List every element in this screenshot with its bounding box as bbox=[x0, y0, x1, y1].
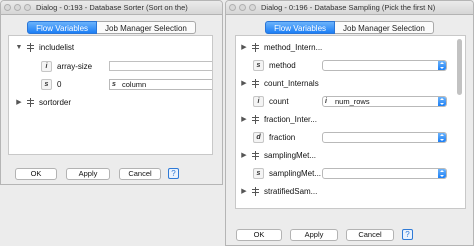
config-key-icon bbox=[251, 186, 260, 196]
variable-type-icon: s bbox=[112, 81, 116, 88]
tree-node-group[interactable]: ▶ count_Internals bbox=[236, 75, 465, 91]
chevron-right-icon[interactable]: ▶ bbox=[240, 43, 248, 51]
variable-type-icon: s bbox=[253, 167, 264, 179]
tree-node-label: method_Intern... bbox=[264, 42, 323, 52]
tree-node-label: fraction_Inter... bbox=[264, 114, 317, 124]
variable-type-icon: i bbox=[253, 95, 264, 107]
tab-job-manager-selection[interactable]: Job Manager Selection bbox=[97, 21, 196, 34]
variable-type-icon: d bbox=[253, 131, 264, 143]
help-icon[interactable]: ? bbox=[168, 168, 179, 179]
array-size-field[interactable] bbox=[109, 61, 212, 71]
variable-type-icon: s bbox=[253, 59, 264, 71]
ok-button[interactable]: OK bbox=[236, 229, 282, 241]
tree-node-label: array-size bbox=[57, 61, 93, 71]
sorter-dialog: Dialog - 0:193 - Database Sorter (Sort o… bbox=[0, 0, 223, 185]
tree-node-sortorder[interactable]: ▶ sortorder bbox=[9, 94, 212, 110]
minimize-light-icon[interactable] bbox=[14, 4, 21, 11]
tree-node-label: stratifiedSam... bbox=[264, 186, 318, 196]
zoom-light-icon[interactable] bbox=[24, 4, 31, 11]
close-light-icon[interactable] bbox=[4, 4, 11, 11]
title-bar[interactable]: Dialog - 0:193 - Database Sorter (Sort o… bbox=[1, 1, 222, 15]
config-key-icon bbox=[251, 114, 260, 124]
tab-flow-variables[interactable]: Flow Variables bbox=[27, 21, 98, 34]
variable-type-icon: i bbox=[325, 98, 327, 105]
dropdown-caret-icon bbox=[438, 97, 446, 106]
window-title: Dialog - 0:196 - Database Sampling (Pick… bbox=[261, 3, 436, 12]
dropdown-caret-icon bbox=[438, 61, 446, 70]
window-title: Dialog - 0:193 - Database Sorter (Sort o… bbox=[36, 3, 188, 12]
chevron-right-icon[interactable]: ▶ bbox=[240, 79, 248, 87]
tree-node-label: includelist bbox=[39, 42, 75, 52]
tree-node-group[interactable]: ▶ stratifiedSam... bbox=[236, 183, 465, 199]
window-controls bbox=[4, 4, 31, 11]
tab-flow-variables[interactable]: Flow Variables bbox=[265, 21, 336, 34]
config-key-icon bbox=[251, 42, 260, 52]
tree-node-label: samplingMet... bbox=[269, 168, 322, 178]
tree-node-label: method bbox=[269, 60, 296, 70]
tree-node-includelist[interactable]: ▼ includelist bbox=[9, 39, 212, 55]
index-0-value-select[interactable]: s column bbox=[109, 79, 212, 90]
config-key-icon bbox=[251, 150, 260, 160]
sampling-dialog: Dialog - 0:196 - Database Sampling (Pick… bbox=[225, 0, 474, 246]
tree-node-group[interactable]: ▶ samplingMet... bbox=[236, 147, 465, 163]
method-variable-select[interactable] bbox=[322, 60, 447, 71]
dropdown-caret-icon bbox=[438, 133, 446, 142]
fraction-variable-select[interactable] bbox=[322, 132, 447, 143]
flow-variables-tree: ▼ includelist i array-size s 0 s column … bbox=[8, 35, 213, 155]
ok-button[interactable]: OK bbox=[15, 168, 57, 180]
chevron-right-icon[interactable]: ▶ bbox=[240, 151, 248, 159]
tab-bar: Flow Variables Job Manager Selection bbox=[226, 21, 473, 34]
variable-type-icon: i bbox=[41, 60, 52, 72]
tree-node-label: sortorder bbox=[39, 97, 72, 107]
count-variable-select[interactable]: i num_rows bbox=[322, 96, 447, 107]
select-value: num_rows bbox=[335, 97, 370, 106]
tree-node-label: samplingMet... bbox=[264, 150, 317, 160]
tab-job-manager-selection[interactable]: Job Manager Selection bbox=[335, 21, 434, 34]
tree-node-group[interactable]: ▶ method_Intern... bbox=[236, 39, 465, 55]
title-bar[interactable]: Dialog - 0:196 - Database Sampling (Pick… bbox=[226, 1, 473, 15]
dropdown-caret-icon bbox=[438, 169, 446, 178]
chevron-down-icon[interactable]: ▼ bbox=[15, 44, 23, 51]
select-value: column bbox=[122, 80, 147, 89]
apply-button[interactable]: Apply bbox=[66, 168, 110, 180]
variable-type-icon: s bbox=[41, 78, 52, 90]
close-light-icon[interactable] bbox=[229, 4, 236, 11]
chevron-right-icon[interactable]: ▶ bbox=[240, 187, 248, 195]
tree-node-group[interactable]: ▶ fraction_Inter... bbox=[236, 111, 465, 127]
zoom-light-icon[interactable] bbox=[249, 4, 256, 11]
chevron-right-icon[interactable]: ▶ bbox=[15, 98, 23, 106]
cancel-button[interactable]: Cancel bbox=[346, 229, 394, 241]
config-key-icon bbox=[251, 78, 260, 88]
cancel-button[interactable]: Cancel bbox=[119, 168, 161, 180]
window-controls bbox=[229, 4, 256, 11]
apply-button[interactable]: Apply bbox=[290, 229, 338, 241]
sampling-method-variable-select[interactable] bbox=[322, 168, 447, 179]
tree-node-label: count bbox=[269, 96, 289, 106]
flow-variables-tree: ▶ method_Intern... s method ▶ count_Inte… bbox=[235, 35, 466, 209]
help-icon[interactable]: ? bbox=[402, 229, 413, 240]
tree-node-label: 0 bbox=[57, 79, 62, 89]
minimize-light-icon[interactable] bbox=[239, 4, 246, 11]
config-key-icon bbox=[26, 97, 35, 107]
chevron-right-icon[interactable]: ▶ bbox=[240, 115, 248, 123]
tab-bar: Flow Variables Job Manager Selection bbox=[1, 21, 222, 34]
tree-node-label: count_Internals bbox=[264, 78, 319, 88]
config-key-icon bbox=[26, 42, 35, 52]
tree-node-label: fraction bbox=[269, 132, 296, 142]
